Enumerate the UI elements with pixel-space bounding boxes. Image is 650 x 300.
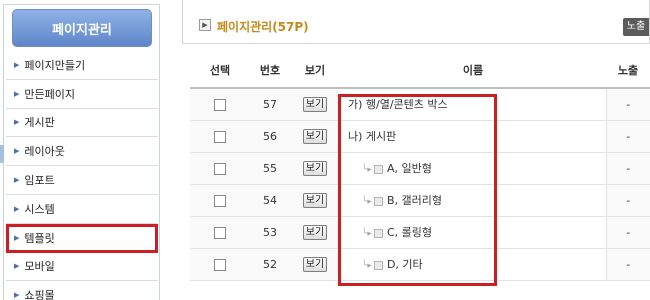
view-button[interactable]: 보기 bbox=[303, 96, 327, 112]
row-number: 56 bbox=[250, 120, 290, 153]
arrow-right-icon: ▶ bbox=[14, 60, 20, 69]
arrow-right-icon: ▶ bbox=[14, 233, 20, 242]
sidebar-item-label: 페이지만들기 bbox=[24, 58, 86, 72]
row-number: 57 bbox=[250, 88, 290, 121]
col-header-number: 번호 bbox=[250, 52, 290, 89]
row-name[interactable]: 가) 행/열/콘텐츠 박스 bbox=[348, 98, 448, 111]
sidebar-collapse-tab[interactable] bbox=[0, 145, 4, 163]
sidebar-item-mobile[interactable]: ▶ 모바일 bbox=[6, 253, 158, 282]
page-node-icon bbox=[373, 196, 383, 206]
row-name[interactable]: D, 기타 bbox=[387, 258, 423, 271]
row-name[interactable]: C, 롤링형 bbox=[387, 226, 432, 239]
sidebar-item-shop[interactable]: ▶ 쇼핑몰 bbox=[6, 281, 158, 300]
table-row: 53 보기 └▸ C, 롤링형 - bbox=[190, 216, 650, 249]
sidebar-item-page-create[interactable]: ▶ 페이지만들기 bbox=[6, 51, 158, 80]
col-header-view: 보기 bbox=[290, 52, 340, 89]
table-row: 54 보기 └▸ B, 갤러리형 - bbox=[190, 184, 650, 217]
row-number: 53 bbox=[250, 216, 290, 249]
table-header-row: 선택 번호 보기 이름 노출 bbox=[190, 52, 650, 89]
sidebar-item-created-pages[interactable]: ▶ 만든페이지 bbox=[6, 80, 158, 109]
sidebar-item-label: 템플릿 bbox=[24, 231, 55, 245]
view-button[interactable]: 보기 bbox=[303, 224, 327, 240]
table-row: 56 보기 나) 게시판 - bbox=[190, 120, 650, 153]
row-checkbox[interactable] bbox=[214, 194, 226, 207]
row-checkbox[interactable] bbox=[214, 226, 226, 239]
row-number: 52 bbox=[250, 248, 290, 281]
sidebar-item-import[interactable]: ▶ 임포트 bbox=[6, 166, 158, 195]
row-expose: - bbox=[605, 184, 650, 217]
sidebar-title[interactable]: 페이지관리 bbox=[12, 9, 152, 47]
sidebar-item-label: 만든페이지 bbox=[24, 87, 75, 101]
sidebar-item-board[interactable]: ▶ 게시판 bbox=[6, 109, 158, 138]
row-checkbox[interactable] bbox=[214, 258, 226, 271]
col-header-select: 선택 bbox=[190, 52, 250, 89]
arrow-right-icon: ▶ bbox=[14, 262, 20, 271]
page-header: ▶ 페이지관리(57P) 노출 bbox=[182, 0, 650, 44]
col-header-expose: 노출 bbox=[606, 52, 650, 89]
row-name[interactable]: 나) 게시판 bbox=[348, 130, 396, 143]
sidebar-item-system[interactable]: ▶ 시스템 bbox=[6, 195, 158, 224]
main-panel: ▶ 페이지관리(57P) 노출 선택 번호 보기 이름 노출 57 보기 가) … bbox=[182, 0, 650, 300]
page-node-icon bbox=[373, 164, 383, 174]
sidebar-item-label: 모바일 bbox=[24, 260, 55, 274]
page-node-icon bbox=[373, 228, 383, 238]
sidebar-item-label: 임포트 bbox=[24, 174, 55, 188]
tree-branch-icon: └▸ bbox=[362, 261, 372, 271]
row-checkbox[interactable] bbox=[214, 98, 226, 111]
arrow-right-icon: ▶ bbox=[14, 291, 20, 300]
row-name[interactable]: A, 일반형 bbox=[387, 162, 432, 175]
arrow-right-icon: ▶ bbox=[14, 176, 20, 185]
view-button[interactable]: 보기 bbox=[303, 192, 327, 208]
row-checkbox[interactable] bbox=[214, 162, 226, 175]
row-number: 55 bbox=[250, 152, 290, 185]
sidebar-item-label: 레이아웃 bbox=[24, 145, 65, 159]
sidebar-item-label: 게시판 bbox=[24, 116, 55, 130]
row-expose: - bbox=[605, 120, 650, 153]
sidebar-item-label: 쇼핑몰 bbox=[24, 289, 55, 300]
row-expose: - bbox=[605, 248, 650, 281]
row-expose: - bbox=[605, 88, 650, 121]
page-node-icon bbox=[373, 260, 383, 270]
col-header-name: 이름 bbox=[340, 52, 606, 89]
arrow-right-icon: ▶ bbox=[14, 89, 20, 98]
expose-button[interactable]: 노출 bbox=[623, 18, 649, 36]
tree-branch-icon: └▸ bbox=[362, 197, 372, 207]
row-expose: - bbox=[605, 152, 650, 185]
title-arrow-icon: ▶ bbox=[199, 19, 211, 31]
tree-branch-icon: └▸ bbox=[362, 229, 372, 239]
row-name[interactable]: B, 갤러리형 bbox=[387, 194, 442, 207]
sidebar-item-label: 시스템 bbox=[24, 202, 55, 216]
sidebar-item-template[interactable]: ▶ 템플릿 bbox=[6, 223, 158, 253]
view-button[interactable]: 보기 bbox=[303, 160, 327, 176]
table-row: 55 보기 └▸ A, 일반형 - bbox=[190, 152, 650, 185]
arrow-right-icon: ▶ bbox=[14, 118, 20, 127]
row-checkbox[interactable] bbox=[214, 130, 226, 143]
sidebar-item-layout[interactable]: ▶ 레이아웃 bbox=[6, 137, 158, 167]
row-expose: - bbox=[605, 216, 650, 249]
view-button[interactable]: 보기 bbox=[303, 256, 327, 272]
sidebar: 페이지관리 ▶ 페이지만들기 ▶ 만든페이지 ▶ 게시판 ▶ 레이아웃 ▶ 임포트 ▶ 시스… bbox=[0, 0, 160, 300]
sidebar-menu: ▶ 페이지만들기 ▶ 만든페이지 ▶ 게시판 ▶ 레이아웃 ▶ 임포트 ▶ 시스템 ▶ 템플릿… bbox=[6, 51, 158, 300]
page-title: 페이지관리(57P) bbox=[217, 20, 309, 34]
arrow-right-icon: ▶ bbox=[14, 147, 20, 156]
view-button[interactable]: 보기 bbox=[303, 128, 327, 144]
page-table: 선택 번호 보기 이름 노출 57 보기 가) 행/열/콘텐츠 박스 - 56 … bbox=[190, 52, 650, 281]
tree-branch-icon: └▸ bbox=[362, 165, 372, 175]
row-number: 54 bbox=[250, 184, 290, 217]
table-row: 52 보기 └▸ D, 기타 - bbox=[190, 248, 650, 281]
table-row: 57 보기 가) 행/열/콘텐츠 박스 - bbox=[190, 88, 650, 121]
arrow-right-icon: ▶ bbox=[14, 204, 20, 213]
